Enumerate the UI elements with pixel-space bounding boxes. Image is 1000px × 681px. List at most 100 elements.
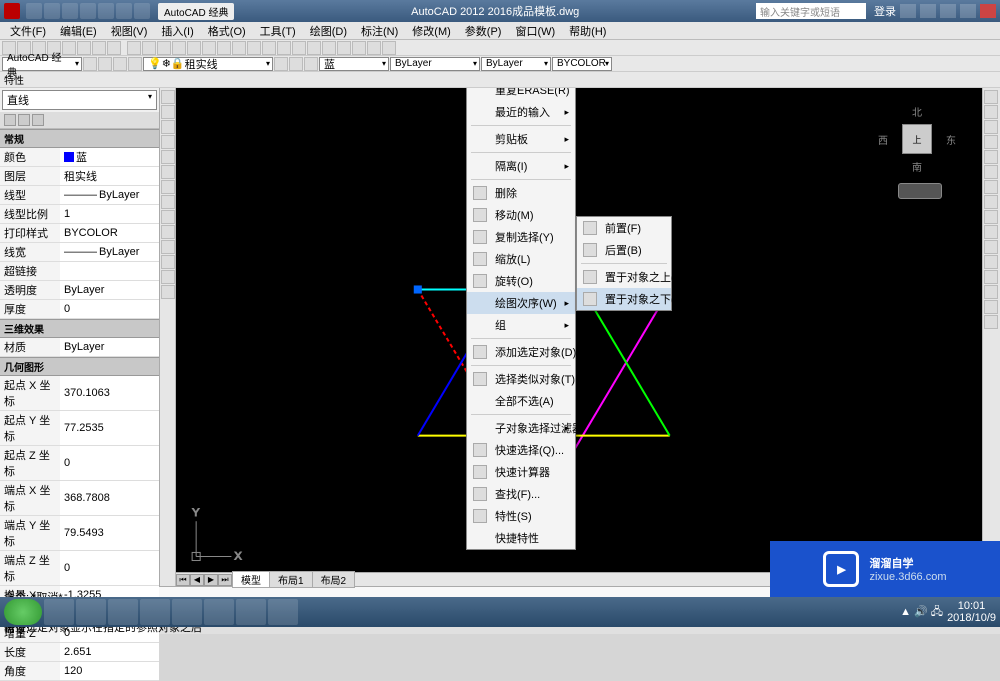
prop-hyperlink[interactable] <box>60 262 159 280</box>
ellipse-icon[interactable] <box>161 165 175 179</box>
hatch-icon[interactable] <box>161 180 175 194</box>
line-icon[interactable] <box>161 90 175 104</box>
tool-icon[interactable] <box>98 57 112 71</box>
login-link[interactable]: 登录 <box>874 3 896 19</box>
taskbar-paint-icon[interactable] <box>268 599 298 625</box>
maximize-icon[interactable] <box>960 4 976 18</box>
system-tray[interactable]: ▲ 🔊 🖧 10:01 2018/10/9 <box>900 600 996 624</box>
nav-bar[interactable] <box>898 183 942 199</box>
close-icon[interactable] <box>980 4 996 18</box>
tool-icon[interactable] <box>157 41 171 55</box>
text-icon[interactable] <box>161 195 175 209</box>
menu-item[interactable]: 隔离(I) <box>467 155 575 177</box>
tool-icon[interactable] <box>382 41 396 55</box>
region-icon[interactable] <box>161 255 175 269</box>
workspace-selector[interactable]: AutoCAD 经典 <box>158 3 234 20</box>
prop-plotstyle[interactable]: BYCOLOR <box>60 224 159 242</box>
menu-modify[interactable]: 修改(M) <box>406 22 457 40</box>
menu-item[interactable]: 查找(F)... <box>467 483 575 505</box>
redo-icon[interactable] <box>134 3 150 19</box>
prop-start-y[interactable]: 77.2535 <box>60 411 159 445</box>
prop-color[interactable]: 蓝 <box>60 148 159 166</box>
taskbar-wps-icon[interactable] <box>204 599 234 625</box>
tool-icon[interactable] <box>217 41 231 55</box>
tool-icon[interactable] <box>83 57 97 71</box>
offset-icon[interactable] <box>984 135 998 149</box>
color-combo[interactable]: 蓝 <box>319 57 389 71</box>
tool-icon[interactable] <box>292 41 306 55</box>
open-icon[interactable] <box>44 3 60 19</box>
object-type-dropdown[interactable]: 直线 <box>2 90 157 110</box>
prop-start-z[interactable]: 0 <box>60 446 159 480</box>
view-cube[interactable]: 北 西 东 南 上 <box>882 104 952 174</box>
tool-icon[interactable] <box>247 41 261 55</box>
tab-last-icon[interactable]: ⏭ <box>218 574 232 586</box>
menu-param[interactable]: 参数(P) <box>459 22 508 40</box>
menu-item[interactable]: 置于对象之下(U) <box>577 288 671 310</box>
tool-icon[interactable] <box>187 41 201 55</box>
menu-item[interactable]: 移动(M) <box>467 204 575 226</box>
prop-length[interactable]: 2.651 <box>60 643 159 661</box>
drawing-area[interactable]: Y X 北 西 东 南 上 重复ERASE(R)最近的输入剪贴板隔离(I)删除移… <box>176 88 982 586</box>
lineweight-combo[interactable]: ByLayer <box>481 57 551 71</box>
tool-icon[interactable] <box>107 41 121 55</box>
mirror-icon[interactable] <box>984 120 998 134</box>
erase-icon[interactable] <box>984 90 998 104</box>
taskbar-explorer-icon[interactable] <box>76 599 106 625</box>
tab-first-icon[interactable]: ⏮ <box>176 574 190 586</box>
menu-item[interactable]: 添加选定对象(D) <box>467 341 575 363</box>
pline-icon[interactable] <box>161 105 175 119</box>
tool-icon[interactable] <box>322 41 336 55</box>
xline-icon[interactable] <box>161 285 175 299</box>
menu-edit[interactable]: 编辑(E) <box>54 22 103 40</box>
menu-item[interactable]: 快速选择(Q)... <box>467 439 575 461</box>
menu-tools[interactable]: 工具(T) <box>254 22 302 40</box>
help-search-input[interactable]: 输入关键字或短语 <box>756 3 866 19</box>
menu-item[interactable]: 快速计算器 <box>467 461 575 483</box>
trim-icon[interactable] <box>984 225 998 239</box>
tool-icon[interactable] <box>274 57 288 71</box>
tool-icon[interactable] <box>113 57 127 71</box>
drawing-canvas[interactable]: Y X <box>176 88 982 572</box>
menu-insert[interactable]: 插入(I) <box>155 22 199 40</box>
app-logo-icon[interactable] <box>4 3 20 19</box>
menu-file[interactable]: 文件(F) <box>4 22 52 40</box>
menu-item[interactable]: 剪贴板 <box>467 128 575 150</box>
tool-icon[interactable] <box>128 57 142 71</box>
tab-model[interactable]: 模型 <box>232 571 270 588</box>
menu-item[interactable]: 全部不选(A) <box>467 390 575 412</box>
table-icon[interactable] <box>161 240 175 254</box>
tool-icon[interactable] <box>289 57 303 71</box>
workspace-combo[interactable]: AutoCAD 经典 <box>2 57 82 71</box>
tab-layout1[interactable]: 布局1 <box>269 571 313 588</box>
tool-icon[interactable] <box>337 41 351 55</box>
start-button[interactable] <box>4 599 42 625</box>
prop-layer[interactable]: 租实线 <box>60 167 159 185</box>
prop-thickness[interactable]: 0 <box>60 300 159 318</box>
taskbar-ie-icon[interactable] <box>44 599 74 625</box>
menu-item[interactable]: 绘图次序(W) <box>467 292 575 314</box>
tool-icon[interactable] <box>127 41 141 55</box>
circle-icon[interactable] <box>161 120 175 134</box>
tool-icon[interactable] <box>352 41 366 55</box>
new-icon[interactable] <box>26 3 42 19</box>
taskbar-autocad-icon[interactable] <box>172 599 202 625</box>
save-icon[interactable] <box>62 3 78 19</box>
menu-draw[interactable]: 绘图(D) <box>304 22 353 40</box>
tool-icon[interactable] <box>77 41 91 55</box>
copy-icon[interactable] <box>984 105 998 119</box>
menu-item[interactable]: 旋转(O) <box>467 270 575 292</box>
prop-lineweight[interactable]: ——— ByLayer <box>60 243 159 261</box>
menu-help[interactable]: 帮助(H) <box>563 22 612 40</box>
menu-item[interactable]: 前置(F) <box>577 217 671 239</box>
menu-item[interactable]: 置于对象之上(A) <box>577 266 671 288</box>
menu-view[interactable]: 视图(V) <box>105 22 154 40</box>
toggle-icon[interactable] <box>18 114 30 126</box>
tool-icon[interactable] <box>304 57 318 71</box>
taskbar-browser-icon[interactable] <box>108 599 138 625</box>
tool-icon[interactable] <box>92 41 106 55</box>
join-icon[interactable] <box>984 270 998 284</box>
array-icon[interactable] <box>984 150 998 164</box>
menu-item[interactable]: 选择类似对象(T) <box>467 368 575 390</box>
menu-window[interactable]: 窗口(W) <box>509 22 561 40</box>
